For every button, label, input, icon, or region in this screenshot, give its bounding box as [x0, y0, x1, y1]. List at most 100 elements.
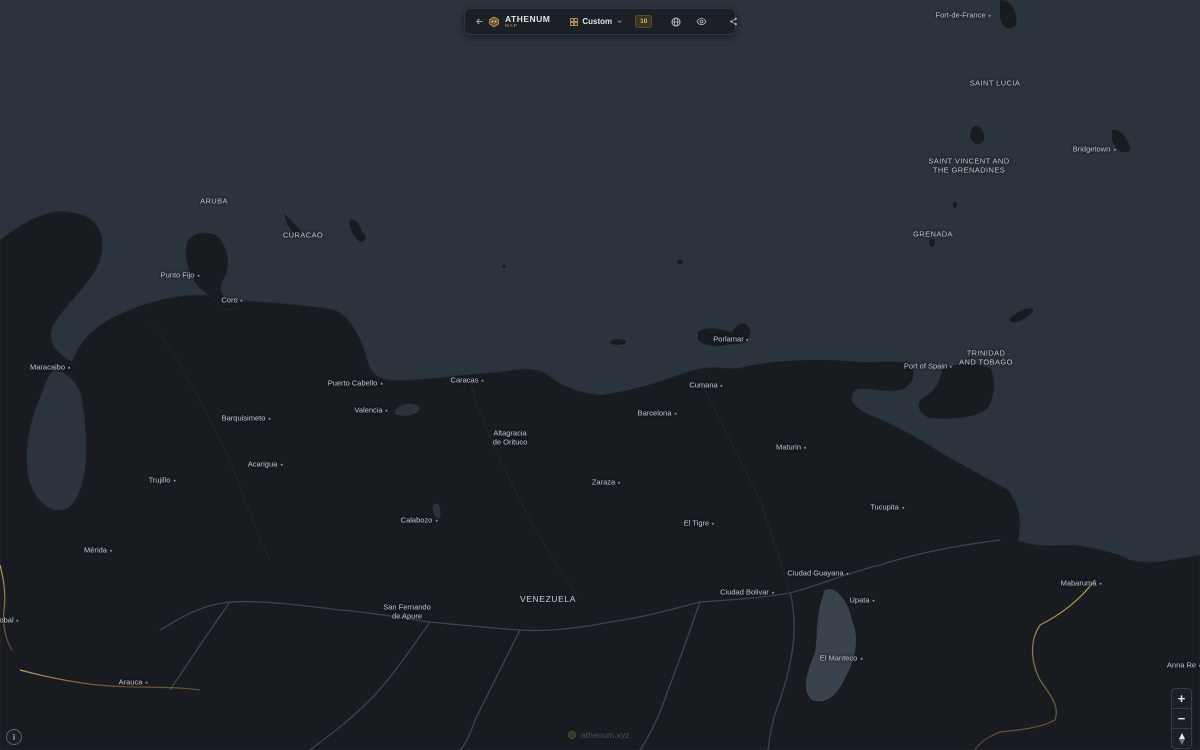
zoom-controls: + −	[1171, 688, 1192, 749]
compass-icon	[1178, 732, 1185, 745]
globe-icon	[671, 17, 681, 26]
city-dot	[1113, 148, 1116, 151]
city-dot	[804, 446, 807, 449]
athenum-logo-icon	[567, 730, 577, 740]
layer-count-badge[interactable]: 10	[635, 15, 653, 28]
saint-vincent-island	[953, 202, 957, 208]
city-label-merida: Mérida	[84, 546, 112, 556]
city-dot	[988, 14, 991, 17]
city-dot	[618, 481, 621, 484]
country-label-saint-vincent: SAINT VINCENT AND THE GRENADINES	[928, 156, 1010, 174]
compass-button[interactable]	[1172, 729, 1191, 748]
city-label-calabozo: Calabozo	[401, 516, 438, 526]
city-dot	[197, 274, 200, 277]
chevron-down-icon	[617, 20, 622, 23]
city-label-tucupita: Tucupita	[870, 503, 904, 513]
city-label-cumana: Cumana	[689, 381, 723, 391]
brand[interactable]: ATHENUM MAP	[488, 13, 551, 29]
city-label-mabaruma: Mabaruma	[1061, 579, 1102, 589]
city-label-el-tigre: El Tigre	[684, 519, 715, 529]
city-label-coro: Coro	[221, 296, 243, 306]
city-label-caracas: Caracas	[451, 376, 484, 386]
city-dot	[846, 572, 849, 575]
zoom-in-button[interactable]: +	[1172, 689, 1191, 709]
grid-icon	[570, 17, 579, 26]
visibility-button[interactable]	[696, 17, 707, 26]
city-dot	[674, 412, 677, 415]
city-label-trujillo: Trujillo	[149, 476, 176, 486]
info-icon: i	[12, 732, 16, 742]
city-dot	[901, 506, 904, 509]
city-dot	[109, 549, 112, 552]
city-label-puerto-cabello: Puerto Cabello	[328, 379, 383, 389]
share-icon	[730, 17, 738, 26]
eye-icon	[696, 17, 707, 26]
city-label-anna-regina: Anna Re	[1167, 661, 1200, 671]
city-label-ciudad-guayana: Ciudad Guayana	[787, 569, 849, 579]
city-label-upata: Upata	[849, 596, 875, 606]
back-arrow-icon	[476, 18, 483, 25]
city-label-porlamar: Porlamar	[713, 335, 749, 345]
watermark-text: athenum.xyz	[581, 730, 630, 740]
city-dot	[268, 417, 271, 420]
brand-name: ATHENUM	[505, 13, 551, 24]
city-dot	[145, 681, 148, 684]
city-label-port-of-spain: Port of Spain	[904, 362, 953, 372]
city-dot	[68, 366, 71, 369]
country-label-aruba: ARUBA	[200, 196, 228, 206]
city-dot	[746, 338, 749, 341]
country-label-grenada: GRENADA	[913, 229, 953, 239]
city-label-maturin: Maturin	[776, 443, 807, 453]
country-label-trinidad-tobago: TRINIDAD AND TOBAGO	[959, 348, 1013, 366]
city-dot	[481, 379, 484, 382]
country-label-saint-lucia: SAINT LUCIA	[969, 78, 1021, 88]
city-dot	[16, 619, 19, 622]
city-dot	[872, 599, 875, 602]
city-label-tobal: tobal	[0, 616, 19, 626]
share-button[interactable]	[729, 17, 738, 26]
city-label-valencia: Valencia	[354, 406, 388, 416]
city-label-zaraza: Zaraza	[592, 478, 621, 488]
zoom-out-button[interactable]: −	[1172, 709, 1191, 729]
city-dot	[380, 382, 383, 385]
city-label-acarigua: Acarigua	[248, 460, 283, 470]
city-dot	[280, 463, 283, 466]
islet	[677, 260, 683, 264]
city-dot	[385, 409, 388, 412]
city-dot	[771, 591, 774, 594]
info-button[interactable]: i	[6, 729, 22, 745]
athenum-logo-icon	[489, 16, 499, 27]
city-label-bridgetown: Bridgetown	[1073, 145, 1116, 155]
city-label-el-manteco: El Manteco	[820, 654, 863, 664]
city-dot	[173, 479, 176, 482]
city-label-arauca: Arauca	[119, 678, 148, 688]
city-label-barcelona: Barcelona	[638, 409, 677, 419]
country-label-curacao: CURACAO	[282, 230, 324, 240]
city-dot	[435, 519, 438, 522]
map-toolbar: ATHENUM MAP Custom 10	[464, 8, 738, 35]
city-dot	[712, 522, 715, 525]
city-dot	[240, 299, 243, 302]
map-canvas[interactable]	[0, 0, 1200, 750]
map-style-select[interactable]: Custom	[570, 17, 623, 26]
city-dot	[1099, 582, 1102, 585]
country-label-venezuela: VENEZUELA	[520, 594, 576, 605]
city-label-punto-fijo: Punto Fijo	[161, 271, 200, 281]
city-label-maracaibo: Maracaibo	[30, 363, 71, 373]
back-button[interactable]	[475, 17, 484, 26]
globe-button[interactable]	[671, 17, 681, 27]
brand-subtitle: MAP	[505, 23, 518, 28]
islet	[502, 264, 506, 268]
city-dot	[860, 657, 863, 660]
city-label-san-fernando: San Fernando de Apure	[383, 602, 431, 620]
grenada-island	[929, 239, 935, 247]
city-label-barquisimeto: Barquisimeto	[222, 414, 271, 424]
map-style-label: Custom	[582, 17, 613, 26]
islet	[610, 339, 626, 345]
city-dot	[720, 384, 723, 387]
city-dot	[950, 365, 953, 368]
city-label-ciudad-bolivar: Ciudad Bolivar	[720, 588, 774, 598]
city-label-altagracia: Altagracia de Orituco	[492, 428, 528, 446]
city-label-fort-de-france: Fort-de-France	[935, 11, 991, 21]
watermark: athenum.xyz	[567, 730, 629, 740]
